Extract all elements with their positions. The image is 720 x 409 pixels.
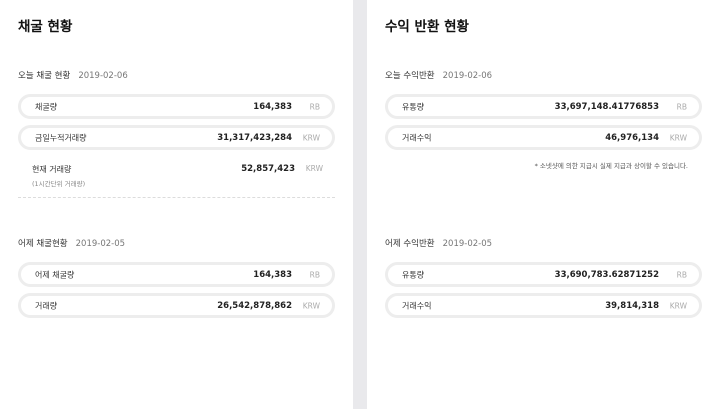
revenue-return-title: 수익 반환 현황 — [385, 19, 469, 35]
cumulative-volume-label: 금일누적거래량 — [35, 133, 87, 142]
current-volume-unit: KRW — [305, 164, 323, 173]
yesterday-revenue-date: 2019-02-05 — [442, 239, 493, 249]
circulation-row: 유통량 33,697,148.41776853 RB — [385, 94, 702, 119]
current-volume-value: 52,857,423 — [241, 164, 295, 174]
section-divider — [18, 197, 335, 198]
yesterday-circulation-label: 유통량 — [402, 270, 425, 279]
mining-status-title: 채굴 현황 — [18, 19, 73, 35]
yesterday-mining-amount-label: 어제 채굴량 — [35, 270, 75, 279]
today-mining-date: 2019-02-06 — [78, 71, 128, 81]
yesterday-trade-revenue-unit: KRW — [669, 301, 687, 310]
cumulative-volume-value: 31,317,423,284 — [217, 132, 292, 143]
yesterday-trade-revenue-value: 39,814,318 — [605, 300, 659, 311]
current-volume-label: 현재 거래량 — [32, 165, 72, 174]
today-mining-label: 오늘 채굴 현황 — [18, 71, 71, 81]
current-volume-sublabel: (1시간단위 거래량) — [32, 180, 86, 188]
mining-amount-value: 164,383 — [253, 101, 292, 112]
yesterday-volume-unit: KRW — [302, 301, 320, 310]
yesterday-revenue-label: 어제 수익반환 — [385, 239, 435, 249]
circulation-unit: RB — [676, 102, 687, 111]
mining-amount-row: 채굴량 164,383 RB — [18, 94, 335, 119]
yesterday-revenue-header: 어제 수익반환 2019-02-05 — [385, 237, 492, 249]
today-mining-header: 오늘 채굴 현황 2019-02-06 — [18, 69, 128, 81]
trade-revenue-unit: KRW — [669, 133, 687, 142]
yesterday-mining-amount-value: 164,383 — [253, 269, 292, 280]
mining-amount-unit: RB — [309, 102, 320, 111]
yesterday-trade-revenue-row: 거래수익 39,814,318 KRW — [385, 293, 702, 318]
yesterday-volume-label: 거래량 — [35, 301, 58, 310]
today-revenue-label: 오늘 수익반환 — [385, 71, 435, 81]
mining-amount-label: 채굴량 — [35, 102, 58, 111]
cumulative-volume-unit: KRW — [302, 133, 320, 142]
yesterday-circulation-row: 유통량 33,690,783.62871252 RB — [385, 262, 702, 287]
yesterday-mining-amount-row: 어제 채굴량 164,383 RB — [18, 262, 335, 287]
yesterday-circulation-unit: RB — [676, 270, 687, 279]
today-revenue-date: 2019-02-06 — [442, 71, 493, 81]
today-revenue-header: 오늘 수익반환 2019-02-06 — [385, 69, 492, 81]
yesterday-mining-label: 어제 채굴현황 — [18, 239, 68, 249]
yesterday-mining-amount-unit: RB — [309, 270, 320, 279]
trade-revenue-label: 거래수익 — [402, 133, 432, 142]
yesterday-volume-row: 거래량 26,542,878,862 KRW — [18, 293, 335, 318]
cumulative-volume-row: 금일누적거래량 31,317,423,284 KRW — [18, 125, 335, 150]
yesterday-mining-date: 2019-02-05 — [75, 239, 126, 249]
yesterday-circulation-value: 33,690,783.62871252 — [554, 269, 659, 280]
trade-revenue-value: 46,976,134 — [605, 132, 659, 143]
circulation-value: 33,697,148.41776853 — [554, 101, 659, 112]
revenue-return-panel: 수익 반환 현황 오늘 수익반환 2019-02-06 유통량 33,697,14… — [367, 0, 720, 409]
circulation-label: 유통량 — [402, 102, 425, 111]
trade-revenue-row: 거래수익 46,976,134 KRW — [385, 125, 702, 150]
disclaimer-note: * 소넷샷에 의한 지급시 실제 지급과 상이할 수 있습니다. — [534, 162, 688, 170]
mining-status-panel: 채굴 현황 오늘 채굴 현황 2019-02-06 채굴량 164,383 RB … — [0, 0, 353, 409]
yesterday-volume-value: 26,542,878,862 — [217, 300, 292, 311]
yesterday-trade-revenue-label: 거래수익 — [402, 301, 432, 310]
current-volume-row: 현재 거래량 (1시간단위 거래량) 52,857,423 KRW — [18, 164, 335, 190]
yesterday-mining-header: 어제 채굴현황 2019-02-05 — [18, 237, 125, 249]
